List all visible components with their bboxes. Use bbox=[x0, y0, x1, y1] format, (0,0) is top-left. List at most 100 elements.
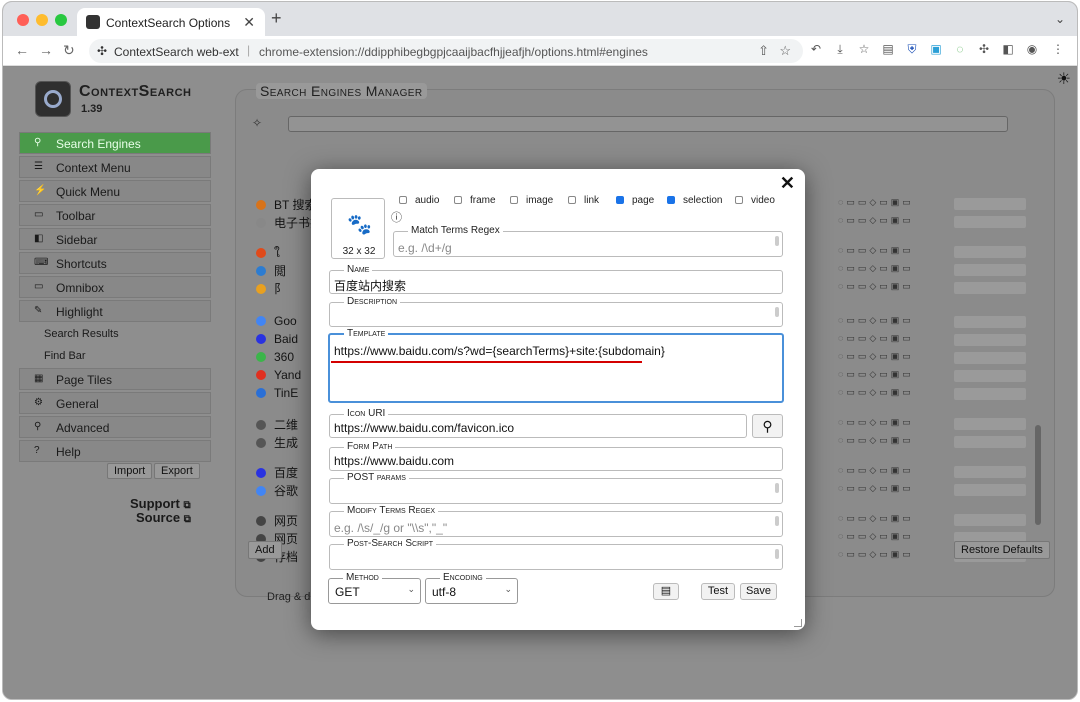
sidebar-item-advanced[interactable]: ⚲ Advanced bbox=[19, 416, 211, 438]
resize-grip[interactable] bbox=[775, 483, 779, 493]
sidebar-subitem-find-bar[interactable]: Find Bar bbox=[19, 346, 211, 368]
engine-row[interactable]: 閲 bbox=[256, 262, 286, 278]
engine-row-controls[interactable] bbox=[954, 246, 1026, 258]
engine-row-controls[interactable] bbox=[954, 352, 1026, 364]
checkbox[interactable] bbox=[568, 196, 576, 204]
close-icon[interactable]: ✕ bbox=[780, 173, 795, 194]
info-icon[interactable]: ⓘ bbox=[391, 209, 402, 225]
tab-search-chevron-icon[interactable]: ⌄ bbox=[1055, 12, 1065, 26]
browser-tab[interactable]: ContextSearch Options ✕ bbox=[77, 8, 265, 36]
export-button[interactable]: Export bbox=[154, 463, 200, 479]
sidebar-item-toolbar[interactable]: ▭ Toolbar bbox=[19, 204, 211, 226]
address-bar[interactable]: ✣ ContextSearch web-ext | chrome-extensi… bbox=[89, 39, 803, 63]
new-tab-button[interactable]: + bbox=[271, 8, 282, 29]
encoding-select[interactable]: Encoding utf-8 ⌄ bbox=[425, 572, 518, 604]
engine-row-controls[interactable] bbox=[954, 316, 1026, 328]
engine-row-controls[interactable] bbox=[954, 388, 1026, 400]
url-text[interactable]: chrome-extension://ddipphibegbgpjcaaijba… bbox=[259, 45, 648, 59]
engine-row-controls[interactable] bbox=[954, 282, 1026, 294]
context-checkbox-link[interactable]: link bbox=[568, 195, 599, 206]
import-button[interactable]: Import bbox=[107, 463, 153, 479]
extension-icon-4[interactable]: ◌ bbox=[953, 42, 967, 56]
engine-context-icons[interactable]: ◌▭▭◇▭▣▭ bbox=[838, 351, 914, 362]
engine-row[interactable]: 谷歌 bbox=[256, 482, 298, 498]
checkbox[interactable] bbox=[399, 196, 407, 204]
post-search-script-field[interactable]: Post-Search Script bbox=[329, 538, 783, 570]
share-icon[interactable]: ⇧ bbox=[758, 43, 769, 59]
context-checkbox-frame[interactable]: frame bbox=[454, 195, 496, 206]
sidebar-item-omnibox[interactable]: ▭ Omnibox bbox=[19, 276, 211, 298]
source-link[interactable]: Source ⧉ bbox=[136, 510, 191, 525]
engine-row-controls[interactable] bbox=[954, 198, 1026, 210]
engine-row[interactable]: TinE bbox=[256, 386, 298, 402]
method-select[interactable]: Method GET ⌄ bbox=[328, 572, 421, 604]
engine-context-icons[interactable]: ◌▭▭◇▭▣▭ bbox=[838, 513, 914, 524]
engine-context-icons[interactable]: ◌▭▭◇▭▣▭ bbox=[838, 197, 914, 208]
sidebar-item-context-menu[interactable]: ☰ Context Menu bbox=[19, 156, 211, 178]
icon-uri-field[interactable]: Icon URI https://www.baidu.com/favicon.i… bbox=[329, 408, 747, 438]
description-field[interactable]: Description bbox=[329, 296, 783, 327]
engine-row[interactable]: 百度 bbox=[256, 464, 298, 480]
reload-icon[interactable]: ↻ bbox=[63, 42, 75, 59]
engine-row-controls[interactable] bbox=[954, 418, 1026, 430]
engine-row-controls[interactable] bbox=[954, 370, 1026, 382]
extension-icon-3[interactable]: ▤ bbox=[881, 42, 895, 56]
back-icon[interactable]: ← bbox=[15, 42, 29, 58]
profile-avatar-icon[interactable]: ◉ bbox=[1025, 42, 1039, 56]
modify-terms-regex-field[interactable]: Modify Terms Regex e.g. /\s/_/g or "\\s"… bbox=[329, 505, 783, 537]
test-button[interactable]: Test bbox=[701, 583, 735, 600]
bitwarden-icon[interactable]: ⛨ bbox=[905, 42, 919, 56]
checkbox[interactable] bbox=[667, 196, 675, 204]
menu-kebab-icon[interactable]: ⋮ bbox=[1051, 42, 1065, 56]
engine-row[interactable]: 网页 bbox=[256, 512, 298, 528]
extension-icon-1[interactable]: ↶ bbox=[809, 42, 823, 56]
engine-row-controls[interactable] bbox=[954, 484, 1026, 496]
download-icon[interactable]: ⤓ bbox=[833, 42, 847, 56]
engine-context-icons[interactable]: ◌▭▭◇▭▣▭ bbox=[838, 369, 914, 380]
engine-row-controls[interactable] bbox=[954, 436, 1026, 448]
engine-context-icons[interactable]: ◌▭▭◇▭▣▭ bbox=[838, 531, 914, 542]
engine-row[interactable]: Yand bbox=[256, 368, 301, 384]
match-terms-regex-field[interactable]: Match Terms Regex e.g. /\d+/g bbox=[393, 225, 783, 257]
sidepanel-icon[interactable]: ◧ bbox=[1001, 42, 1015, 56]
engine-context-icons[interactable]: ◌▭▭◇▭▣▭ bbox=[838, 387, 914, 398]
engine-row[interactable]: 360 bbox=[256, 350, 294, 366]
manager-scrollbar[interactable] bbox=[1035, 425, 1041, 525]
resize-grip[interactable] bbox=[775, 307, 779, 317]
name-field[interactable]: Name 百度站内搜索 bbox=[329, 264, 783, 294]
save-button[interactable]: Save bbox=[740, 583, 777, 600]
engine-row[interactable]: BT 搜索 bbox=[256, 196, 316, 212]
engine-context-icons[interactable]: ◌▭▭◇▭▣▭ bbox=[838, 245, 914, 256]
engine-context-icons[interactable]: ◌▭▭◇▭▣▭ bbox=[838, 549, 914, 560]
checkbox[interactable] bbox=[616, 196, 624, 204]
resize-grip[interactable] bbox=[775, 516, 779, 526]
sidebar-item-shortcuts[interactable]: ⌨ Shortcuts bbox=[19, 252, 211, 274]
sidebar-item-page-tiles[interactable]: ▦ Page Tiles bbox=[19, 368, 211, 390]
sidebar-item-highlight[interactable]: ✎ Highlight bbox=[19, 300, 211, 322]
sidebar-item-search-engines[interactable]: ⚲ Search Engines bbox=[19, 132, 211, 154]
engine-context-icons[interactable]: ◌▭▭◇▭▣▭ bbox=[838, 465, 914, 476]
engine-row-controls[interactable] bbox=[954, 216, 1026, 228]
sidebar-item-general[interactable]: ⚙ General bbox=[19, 392, 211, 414]
engine-context-icons[interactable]: ◌▭▭◇▭▣▭ bbox=[838, 333, 914, 344]
checkbox[interactable] bbox=[735, 196, 743, 204]
engine-context-icons[interactable]: ◌▭▭◇▭▣▭ bbox=[838, 215, 914, 226]
engine-row-controls[interactable] bbox=[954, 264, 1026, 276]
template-value[interactable]: https://www.baidu.com/s?wd={searchTerms}… bbox=[334, 344, 665, 358]
extension-icon-2[interactable]: ☆ bbox=[857, 42, 871, 56]
engine-row-controls[interactable] bbox=[954, 466, 1026, 478]
engine-row[interactable]: 二维 bbox=[256, 416, 298, 432]
engine-row[interactable]: 阝 bbox=[256, 280, 286, 296]
engine-context-icons[interactable]: ◌▭▭◇▭▣▭ bbox=[838, 315, 914, 326]
form-path-field[interactable]: Form Path https://www.baidu.com bbox=[329, 441, 783, 471]
engine-row[interactable]: Baid bbox=[256, 332, 298, 348]
copy-button[interactable]: ▤ bbox=[653, 583, 679, 600]
engine-row[interactable]: ใ bbox=[256, 244, 280, 260]
magic-wand-icon[interactable]: ✧ bbox=[252, 116, 262, 130]
close-window-button[interactable] bbox=[17, 14, 29, 26]
engine-context-icons[interactable]: ◌▭▭◇▭▣▭ bbox=[838, 483, 914, 494]
engine-row-controls[interactable] bbox=[954, 514, 1026, 526]
add-engine-button[interactable]: Add bbox=[248, 541, 282, 559]
extensions-puzzle-icon[interactable]: ✣ bbox=[977, 42, 991, 56]
engine-row-controls[interactable] bbox=[954, 334, 1026, 346]
